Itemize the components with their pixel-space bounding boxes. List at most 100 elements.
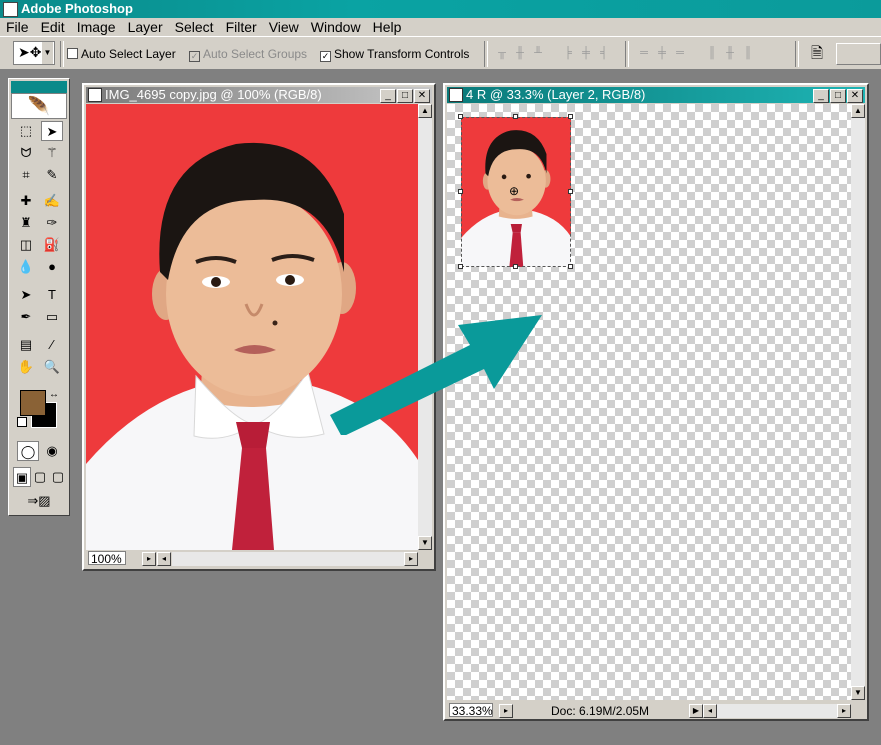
horizontal-scrollbar[interactable] xyxy=(717,704,837,718)
scroll-up-button[interactable]: ▲ xyxy=(418,104,432,118)
close-button[interactable]: ✕ xyxy=(414,89,430,103)
show-transform-controls-checkbox[interactable]: ✓ xyxy=(320,51,331,62)
transform-handle[interactable] xyxy=(513,264,518,269)
status-menu-button[interactable]: ▸ xyxy=(499,704,513,718)
paint-bucket-tool-icon[interactable]: ⛽ xyxy=(41,235,63,255)
palette-well-icon[interactable]: 🗎 xyxy=(806,43,828,63)
align-hcenter-icon[interactable]: ╪ xyxy=(578,47,594,60)
menu-view[interactable]: View xyxy=(263,18,305,36)
transform-handle[interactable] xyxy=(568,189,573,194)
default-colors-icon[interactable] xyxy=(17,417,27,427)
type-tool-icon[interactable]: T xyxy=(41,285,63,305)
brush-tool-icon[interactable]: ✍ xyxy=(41,191,63,211)
vertical-scrollbar[interactable]: ▲ ▼ xyxy=(851,104,865,700)
menu-file[interactable]: File xyxy=(0,18,35,36)
swap-colors-icon[interactable]: ↔ xyxy=(49,389,59,400)
lasso-tool-icon[interactable]: ᗢ xyxy=(15,143,37,163)
maximize-button[interactable]: □ xyxy=(830,89,846,103)
distribute-left-icon[interactable]: ║ xyxy=(704,47,720,60)
window-title-bar[interactable]: 4 R @ 33.3% (Layer 2, RGB/8) _ □ ✕ xyxy=(447,87,865,103)
scroll-left-button[interactable]: ◂ xyxy=(703,704,717,718)
marquee-tool-icon[interactable]: ⬚ xyxy=(15,121,37,141)
align-top-icon[interactable]: ╥ xyxy=(494,47,510,60)
rectangle-tool-icon[interactable]: ▭ xyxy=(41,307,63,327)
notes-tool-icon[interactable]: ▤ xyxy=(15,335,37,355)
pen-tool-icon[interactable]: ✒ xyxy=(15,307,37,327)
feather-logo-icon[interactable]: 🪶 xyxy=(11,93,67,119)
menu-image[interactable]: Image xyxy=(71,18,122,36)
app-title: Adobe Photoshop xyxy=(21,1,133,16)
jump-to-imageready-icon[interactable]: ⇒▨ xyxy=(17,491,61,511)
tool-preset-picker[interactable]: ➤✥ ▼ xyxy=(13,41,55,65)
minimize-button[interactable]: _ xyxy=(813,89,829,103)
scroll-down-button[interactable]: ▼ xyxy=(418,536,432,550)
foreground-color-swatch[interactable] xyxy=(20,390,46,416)
align-right-icon[interactable]: ╡ xyxy=(596,47,612,60)
menu-help[interactable]: Help xyxy=(367,18,408,36)
healing-brush-tool-icon[interactable]: ✚ xyxy=(15,191,37,211)
scroll-right-button[interactable]: ▸ xyxy=(837,704,851,718)
zoom-tool-icon[interactable]: 🔍 xyxy=(41,357,63,377)
slice-tool-icon[interactable]: ✎ xyxy=(41,165,63,185)
transform-handle[interactable] xyxy=(458,189,463,194)
history-brush-tool-icon[interactable]: ✑ xyxy=(41,213,63,233)
minimize-button[interactable]: _ xyxy=(380,89,396,103)
dodge-tool-icon[interactable]: ● xyxy=(41,257,63,277)
zoom-field[interactable]: 33.33% xyxy=(449,703,493,718)
scroll-up-button[interactable]: ▲ xyxy=(851,104,865,118)
eyedropper-tool-icon[interactable]: ⁄ xyxy=(41,335,63,355)
distribute-hcenter-icon[interactable]: ╫ xyxy=(722,47,738,60)
path-selection-tool-icon[interactable]: ➤ xyxy=(15,285,37,305)
full-screen-mode-icon[interactable]: ▢ xyxy=(49,467,67,487)
transform-handle[interactable] xyxy=(513,114,518,119)
clone-stamp-tool-icon[interactable]: ♜ xyxy=(15,213,37,233)
full-screen-menu-mode-icon[interactable]: ▢ xyxy=(31,467,49,487)
eraser-tool-icon[interactable]: ◫ xyxy=(15,235,37,255)
placed-layer[interactable]: ⊕ xyxy=(458,114,573,269)
transform-handle[interactable] xyxy=(568,114,573,119)
auto-select-layer-checkbox[interactable] xyxy=(67,48,78,59)
blur-tool-icon[interactable]: 💧 xyxy=(15,257,37,277)
transform-handle[interactable] xyxy=(568,264,573,269)
align-vcenter-icon[interactable]: ╫ xyxy=(512,47,528,60)
window-title-bar[interactable]: IMG_4695 copy.jpg @ 100% (RGB/8) _ □ ✕ xyxy=(86,87,432,103)
close-button[interactable]: ✕ xyxy=(847,89,863,103)
standard-screen-mode-icon[interactable]: ▣ xyxy=(13,467,31,487)
photoshop-app-icon xyxy=(3,2,18,17)
maximize-button[interactable]: □ xyxy=(397,89,413,103)
separator xyxy=(795,41,799,67)
menu-window[interactable]: Window xyxy=(305,18,367,36)
scroll-right-button[interactable]: ▸ xyxy=(404,552,418,566)
toolbox-title-bar[interactable] xyxy=(11,81,67,93)
hand-tool-icon[interactable]: ✋ xyxy=(15,357,37,377)
scroll-left-button[interactable]: ◂ xyxy=(157,552,171,566)
scroll-down-button[interactable]: ▼ xyxy=(851,686,865,700)
menu-select[interactable]: Select xyxy=(169,18,220,36)
transform-handle[interactable] xyxy=(458,114,463,119)
distribute-right-icon[interactable]: ║ xyxy=(740,47,756,60)
menu-layer[interactable]: Layer xyxy=(122,18,169,36)
distribute-bottom-icon[interactable]: ═ xyxy=(672,47,688,60)
transform-center-point-icon[interactable]: ⊕ xyxy=(509,185,519,197)
crop-tool-icon[interactable]: ⌗ xyxy=(15,165,37,185)
horizontal-scrollbar[interactable] xyxy=(172,552,404,566)
menu-edit[interactable]: Edit xyxy=(35,18,71,36)
status-arrow-button[interactable]: ▶ xyxy=(689,704,703,718)
align-left-icon[interactable]: ╞ xyxy=(560,47,576,60)
move-tool-icon[interactable]: ➤ xyxy=(41,121,63,141)
chevron-down-icon[interactable]: ▼ xyxy=(42,42,53,64)
auto-select-layer-option[interactable]: Auto Select Layer xyxy=(67,47,176,61)
status-menu-button[interactable]: ▸ xyxy=(142,552,156,566)
zoom-field[interactable]: 100% xyxy=(88,551,126,566)
align-bottom-icon[interactable]: ╨ xyxy=(530,47,546,60)
standard-mode-icon[interactable]: ◯ xyxy=(17,441,39,461)
transform-handle[interactable] xyxy=(458,264,463,269)
window-controls: _ □ ✕ xyxy=(379,89,430,103)
palette-well[interactable] xyxy=(836,43,881,65)
quick-mask-mode-icon[interactable]: ◉ xyxy=(41,441,63,461)
menu-filter[interactable]: Filter xyxy=(220,18,263,36)
magic-wand-tool-icon[interactable]: ⚚ xyxy=(41,143,63,163)
show-transform-controls-option[interactable]: ✓ Show Transform Controls xyxy=(320,47,469,62)
distribute-top-icon[interactable]: ═ xyxy=(636,47,652,60)
distribute-vcenter-icon[interactable]: ╪ xyxy=(654,47,670,60)
